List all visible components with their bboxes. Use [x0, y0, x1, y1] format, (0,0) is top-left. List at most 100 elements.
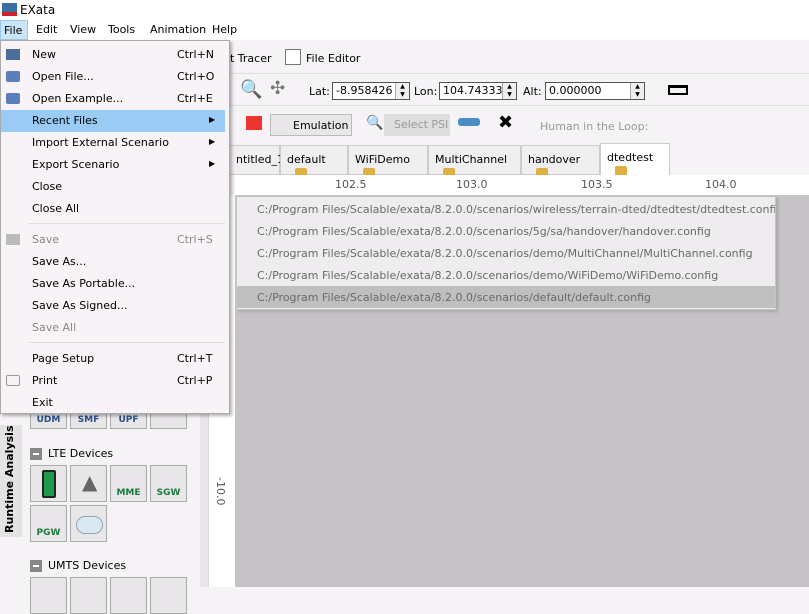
menu-item-open-example[interactable]: Open Example... Ctrl+E — [1, 88, 229, 110]
alt-label: Alt: — [523, 85, 542, 98]
menu-shortcut: Ctrl+N — [177, 48, 215, 61]
menu-item-export-scenario[interactable]: Export Scenario ▶ — [1, 154, 229, 176]
device-mme[interactable]: MME — [110, 465, 147, 502]
device-cloud[interactable] — [70, 505, 107, 542]
connect-icon[interactable] — [458, 118, 480, 126]
tab-label: handover — [528, 153, 581, 166]
collapse-icon[interactable] — [30, 560, 42, 572]
submenu-arrow-icon: ▶ — [209, 137, 216, 146]
alt-input[interactable]: 0.000000 ▲ ▼ — [545, 82, 645, 100]
device-umts-1[interactable] — [30, 577, 67, 614]
menu-edit[interactable]: Edit — [36, 23, 57, 36]
search-icon[interactable]: 🔍 — [366, 115, 383, 131]
tools-icon[interactable]: ✖ — [498, 112, 513, 133]
recent-file-item[interactable]: C:/Program Files/Scalable/exata/8.2.0.0/… — [237, 198, 775, 220]
mode-dropdown[interactable]: Emulation — [270, 114, 352, 136]
tab-label: MultiChannel — [435, 153, 508, 166]
menu-item-exit[interactable]: Exit — [1, 392, 229, 414]
tab-label: dtedtest — [607, 151, 654, 164]
menu-shortcut: Ctrl+O — [177, 70, 215, 83]
menu-item-open-file[interactable]: Open File... Ctrl+O — [1, 66, 229, 88]
device-ue-phone[interactable] — [30, 465, 67, 502]
tab-handover[interactable]: handover — [521, 145, 600, 179]
collapse-icon[interactable] — [30, 448, 42, 460]
menu-label: Save As Portable... — [32, 277, 136, 290]
lat-label: Lat: — [309, 85, 330, 98]
menu-label: Import External Scenario — [32, 136, 169, 149]
menu-view[interactable]: View — [70, 23, 96, 36]
lat-spinner[interactable]: ▲ ▼ — [395, 83, 409, 99]
side-tab-label: Runtime Analysis — [3, 425, 16, 534]
menu-item-save-as-signed[interactable]: Save As Signed... — [1, 295, 229, 317]
tab-wifidemo[interactable]: WiFiDemo — [348, 145, 428, 179]
menu-help[interactable]: Help — [212, 23, 237, 36]
menu-item-save-as[interactable]: Save As... — [1, 251, 229, 273]
menu-label: Save As Signed... — [32, 299, 128, 312]
tab-label: WiFiDemo — [355, 153, 410, 166]
window-title: EXata — [20, 3, 56, 17]
group-lte-devices[interactable]: LTE Devices — [30, 447, 113, 460]
lon-spinner[interactable]: ▲ ▼ — [502, 83, 516, 99]
group-title: UMTS Devices — [48, 559, 127, 572]
file-editor-button[interactable]: File Editor — [306, 52, 360, 65]
recent-file-item[interactable]: C:/Program Files/Scalable/exata/8.2.0.0/… — [237, 220, 775, 242]
runtime-analysis-tab[interactable]: Runtime Analysis — [0, 425, 22, 537]
recent-file-item[interactable]: C:/Program Files/Scalable/exata/8.2.0.0/… — [237, 242, 775, 264]
device-umts-4[interactable] — [150, 577, 187, 614]
zoom-select-icon[interactable]: 🔍 — [240, 79, 262, 100]
menu-item-print[interactable]: Print Ctrl+P — [1, 370, 229, 392]
menu-item-page-setup[interactable]: Page Setup Ctrl+T — [1, 348, 229, 370]
menu-item-recent-files[interactable]: Recent Files ▶ — [1, 110, 225, 132]
device-sgw[interactable]: SGW — [150, 465, 187, 502]
horizontal-ruler: 102.5 103.0 103.5 104.0 — [235, 175, 809, 195]
title-bar: EXata — [0, 0, 809, 20]
device-enb-tower[interactable]: ▲ — [70, 465, 107, 502]
recent-file-item[interactable]: C:/Program Files/Scalable/exata/8.2.0.0/… — [237, 264, 775, 286]
tab-default[interactable]: default — [280, 145, 348, 179]
ruler-tick-label: 103.5 — [581, 178, 613, 191]
lon-label: Lon: — [414, 85, 438, 98]
tab-untitled[interactable]: ntitled_1 — [230, 145, 284, 175]
menu-item-save[interactable]: Save Ctrl+S — [1, 229, 229, 251]
device-pgw[interactable]: PGW — [30, 505, 67, 542]
toolbar-emulation: Emulation 🔍 Select PSI ✖ Human in the Lo… — [230, 108, 809, 142]
menu-animation[interactable]: Animation — [150, 23, 206, 36]
app-logo-icon — [2, 3, 17, 16]
menu-shortcut: Ctrl+P — [177, 374, 213, 387]
lon-input[interactable]: 104.743338 ▲ ▼ — [439, 82, 517, 100]
folder-icon — [6, 71, 20, 82]
menu-label: Exit — [32, 396, 53, 409]
new-file-icon — [6, 49, 20, 60]
menu-file[interactable]: File — [0, 20, 28, 40]
lat-input[interactable]: -8.958426 ▲ ▼ — [332, 82, 410, 100]
menu-item-new[interactable]: New Ctrl+N — [1, 44, 229, 66]
menu-label: Export Scenario — [32, 158, 120, 171]
menu-item-close[interactable]: Close — [1, 176, 229, 198]
menu-label: Print — [32, 374, 58, 387]
menu-shortcut: Ctrl+T — [177, 352, 213, 365]
device-umts-2[interactable] — [70, 577, 107, 614]
device-umts-3[interactable] — [110, 577, 147, 614]
tab-multichannel[interactable]: MultiChannel — [428, 145, 521, 179]
menu-tools[interactable]: Tools — [108, 23, 135, 36]
select-psi-button[interactable]: Select PSI — [384, 114, 450, 136]
menu-label: Open Example... — [32, 92, 124, 105]
recent-file-item[interactable]: C:/Program Files/Scalable/exata/8.2.0.0/… — [237, 286, 775, 308]
menu-item-save-all[interactable]: Save All — [1, 317, 229, 339]
toolbar-main: t Tracer File Editor — [230, 42, 809, 74]
3d-axis-icon[interactable]: ✣ — [270, 78, 285, 99]
menu-item-import-external-scenario[interactable]: Import External Scenario ▶ — [1, 132, 229, 154]
menu-item-save-as-portable[interactable]: Save As Portable... — [1, 273, 229, 295]
menu-label: Save All — [32, 321, 77, 334]
menu-separator — [29, 342, 225, 343]
lat-value: -8.958426 — [336, 84, 393, 97]
ruler-tick-label: -10.0 — [214, 477, 227, 506]
tab-dtedtest[interactable]: dtedtest — [600, 143, 670, 177]
menu-item-close-all[interactable]: Close All — [1, 198, 229, 220]
group-umts-devices[interactable]: UMTS Devices — [30, 559, 126, 572]
alt-spinner[interactable]: ▲ ▼ — [630, 83, 644, 99]
ruler-measure-icon[interactable] — [668, 85, 688, 95]
stop-icon[interactable] — [246, 116, 262, 130]
packet-tracer-button[interactable]: t Tracer — [230, 52, 272, 65]
scenario-tabs: ntitled_1 default WiFiDemo MultiChannel … — [230, 143, 809, 179]
